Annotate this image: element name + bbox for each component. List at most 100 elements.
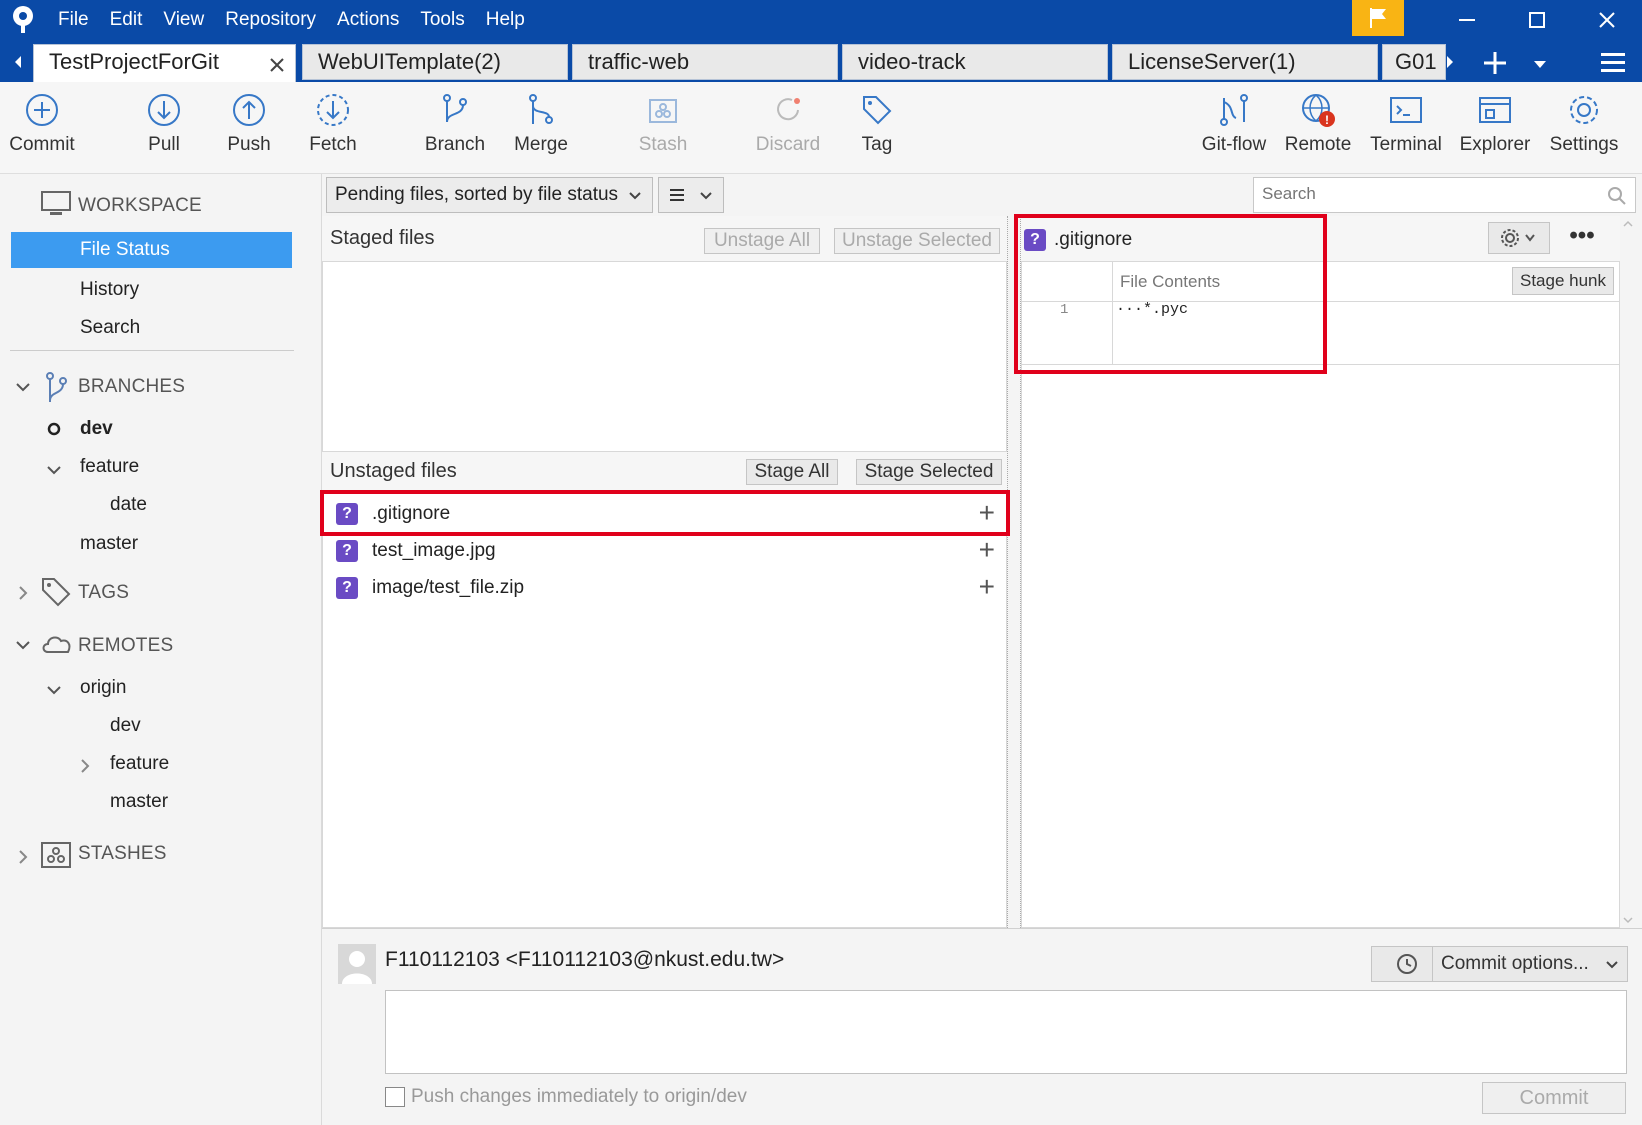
minimize-icon[interactable]	[1432, 0, 1502, 40]
branch-item-date[interactable]: date	[110, 494, 147, 516]
workspace-header[interactable]: WORKSPACE	[78, 195, 202, 217]
remotes-header[interactable]: REMOTES	[78, 635, 173, 657]
monitor-icon	[41, 191, 71, 215]
scroll-up-icon[interactable]	[1620, 216, 1636, 232]
more-options-icon[interactable]: •••	[1566, 224, 1598, 252]
hamburger-menu-icon[interactable]	[1597, 46, 1629, 78]
push-button[interactable]: Push	[218, 92, 280, 172]
current-branch-icon	[47, 422, 61, 436]
menu-view[interactable]: View	[163, 9, 204, 31]
gitflow-icon	[1220, 94, 1248, 126]
tab-scroll-left-icon[interactable]	[6, 48, 30, 76]
branch-button[interactable]: Branch	[420, 92, 490, 172]
chevron-down-icon[interactable]	[45, 461, 63, 479]
add-tab-icon[interactable]	[1478, 46, 1512, 80]
remote-folder-feature[interactable]: feature	[110, 753, 169, 775]
menu-file[interactable]: File	[58, 9, 89, 31]
sidebar-item-search[interactable]: Search	[80, 317, 140, 339]
stage-file-plus-icon[interactable]: +	[979, 534, 995, 566]
tab-label: WebUITemplate(2)	[318, 49, 501, 74]
tab-g01[interactable]: G01	[1382, 44, 1446, 80]
unstage-selected-button[interactable]: Unstage Selected	[834, 228, 1000, 254]
tab-label: video-track	[858, 49, 966, 74]
stage-selected-button[interactable]: Stage Selected	[856, 459, 1002, 485]
fetch-button[interactable]: Fetch	[300, 92, 366, 172]
discard-button[interactable]: Discard	[748, 92, 828, 172]
tab-traffic-web[interactable]: traffic-web	[572, 44, 838, 80]
commit-icon	[26, 94, 58, 126]
branch-icon	[443, 94, 467, 123]
chevron-down-icon[interactable]	[14, 378, 32, 396]
menu-edit[interactable]: Edit	[110, 9, 143, 31]
unstage-all-button[interactable]: Unstage All	[704, 228, 820, 254]
stage-all-button[interactable]: Stage All	[746, 459, 838, 485]
stash-label: Stash	[638, 134, 688, 155]
sidebar-item-history[interactable]: History	[80, 279, 139, 301]
tab-label: LicenseServer(1)	[1128, 49, 1296, 74]
search-input[interactable]	[1254, 178, 1584, 210]
tags-header[interactable]: TAGS	[78, 582, 129, 604]
sort-dropdown[interactable]: Pending files, sorted by file status	[326, 177, 653, 213]
unstaged-file-row[interactable]: ? test_image.jpg +	[322, 533, 1007, 569]
untracked-file-icon: ?	[336, 540, 358, 562]
stash-button[interactable]: Stash	[630, 92, 696, 172]
sidebar-item-file-status[interactable]: File Status	[11, 232, 292, 268]
commit-message-input[interactable]	[385, 990, 1627, 1074]
untracked-file-icon: ?	[336, 503, 358, 525]
tab-label: traffic-web	[588, 49, 690, 74]
unstaged-file-row[interactable]: ? .gitignore +	[322, 496, 1007, 532]
menu-repository[interactable]: Repository	[225, 9, 316, 31]
tab-webuitemplate[interactable]: WebUITemplate(2)	[302, 44, 568, 80]
chevron-right-icon[interactable]	[14, 848, 32, 866]
commit-options-dropdown[interactable]: Commit options...	[1432, 946, 1628, 982]
flag-icon[interactable]	[1352, 0, 1404, 36]
stage-file-plus-icon[interactable]: +	[979, 497, 995, 529]
stage-file-plus-icon[interactable]: +	[979, 571, 995, 603]
chevron-down-icon[interactable]	[45, 681, 63, 699]
diff-scrollbar[interactable]	[1620, 216, 1636, 928]
branch-item-master[interactable]: master	[80, 533, 138, 555]
menu-actions[interactable]: Actions	[337, 9, 399, 31]
menu-tools[interactable]: Tools	[420, 9, 464, 31]
branches-header[interactable]: BRANCHES	[78, 376, 185, 398]
branch-folder-feature[interactable]: feature	[80, 456, 139, 478]
tag-button[interactable]: Tag	[852, 92, 902, 172]
unstaged-file-row[interactable]: ? image/test_file.zip +	[322, 570, 1007, 606]
close-icon[interactable]	[1572, 0, 1642, 40]
remote-button[interactable]: ! Remote	[1280, 92, 1356, 172]
stash-icon	[649, 99, 677, 123]
stage-hunk-button[interactable]: Stage hunk	[1512, 267, 1614, 295]
push-immediately-checkbox[interactable]	[385, 1087, 405, 1107]
commit-submit-button[interactable]: Commit	[1482, 1082, 1626, 1114]
tab-list-chevron-icon[interactable]	[1528, 52, 1552, 76]
menu-help[interactable]: Help	[486, 9, 525, 31]
remote-origin[interactable]: origin	[80, 677, 126, 699]
settings-button[interactable]: Settings	[1544, 92, 1624, 172]
commit-button[interactable]: Commit	[4, 92, 80, 172]
stashes-header[interactable]: STASHES	[78, 843, 167, 865]
explorer-button[interactable]: Explorer	[1456, 92, 1534, 172]
tab-scroll-right-icon[interactable]	[1441, 48, 1461, 76]
tab-licenseserver[interactable]: LicenseServer(1)	[1112, 44, 1378, 80]
scroll-down-icon[interactable]	[1620, 912, 1636, 928]
terminal-button[interactable]: Terminal	[1366, 92, 1446, 172]
panel-splitter[interactable]	[1007, 216, 1021, 928]
view-mode-dropdown[interactable]	[658, 177, 724, 213]
tab-video-track[interactable]: video-track	[842, 44, 1108, 80]
branch-item-dev[interactable]: dev	[80, 418, 113, 440]
chevron-down-icon[interactable]	[14, 636, 32, 654]
tab-testprojectforgit[interactable]: TestProjectForGit	[33, 44, 296, 84]
tab-label: TestProjectForGit	[49, 49, 219, 74]
tab-close-icon[interactable]	[269, 57, 285, 73]
chevron-right-icon[interactable]	[76, 757, 94, 775]
search-box[interactable]	[1253, 177, 1636, 213]
diff-settings-dropdown[interactable]	[1488, 222, 1550, 254]
pull-button[interactable]: Pull	[134, 92, 194, 172]
gitflow-button[interactable]: Git-flow	[1194, 92, 1274, 172]
remote-branch-dev[interactable]: dev	[110, 715, 141, 737]
remote-branch-master[interactable]: master	[110, 791, 168, 813]
chevron-right-icon[interactable]	[14, 584, 32, 602]
maximize-icon[interactable]	[1502, 0, 1572, 40]
merge-button[interactable]: Merge	[506, 92, 576, 172]
discard-label: Discard	[755, 134, 821, 155]
